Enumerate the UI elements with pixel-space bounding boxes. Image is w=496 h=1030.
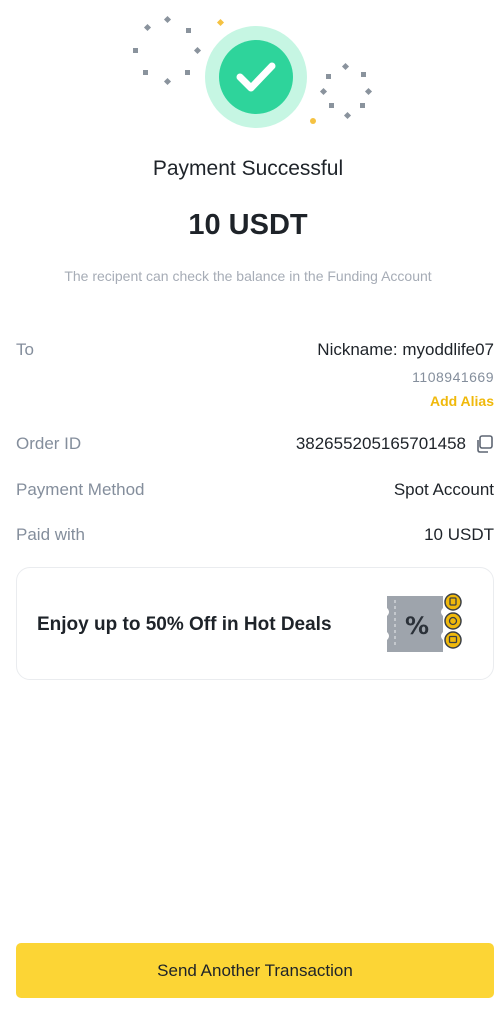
payment-status-title: Payment Successful — [152, 157, 344, 180]
hot-deals-text: Enjoy up to 50% Off in Hot Deals — [37, 614, 332, 635]
order-id-label: Order ID — [16, 434, 82, 453]
payment-method-value: Spot Account — [393, 480, 494, 499]
send-another-transaction-button[interactable]: Send Another Transaction — [16, 943, 494, 998]
success-check-icon — [133, 15, 373, 128]
paid-with-value: 10 USDT — [424, 525, 494, 544]
success-illustration — [0, 0, 496, 140]
recipient-uid: 1108941669 — [412, 369, 494, 385]
recipient-nickname: Nickname: myoddlife07 — [317, 340, 494, 359]
to-label: To — [16, 340, 34, 359]
discount-ticket-icon: % — [385, 588, 467, 665]
copy-icon[interactable] — [474, 434, 494, 454]
funding-account-note: The recipent can check the balance in th… — [64, 268, 432, 284]
order-id-value: 382655205165701458 — [295, 434, 466, 453]
payment-amount: 10 USDT — [188, 209, 308, 241]
paid-with-label: Paid with — [16, 525, 85, 544]
hot-deals-banner[interactable]: Enjoy up to 50% Off in Hot Deals % — [16, 567, 494, 680]
add-alias-link[interactable]: Add Alias — [430, 393, 494, 409]
svg-text:%: % — [405, 612, 429, 640]
payment-method-label: Payment Method — [16, 480, 145, 499]
